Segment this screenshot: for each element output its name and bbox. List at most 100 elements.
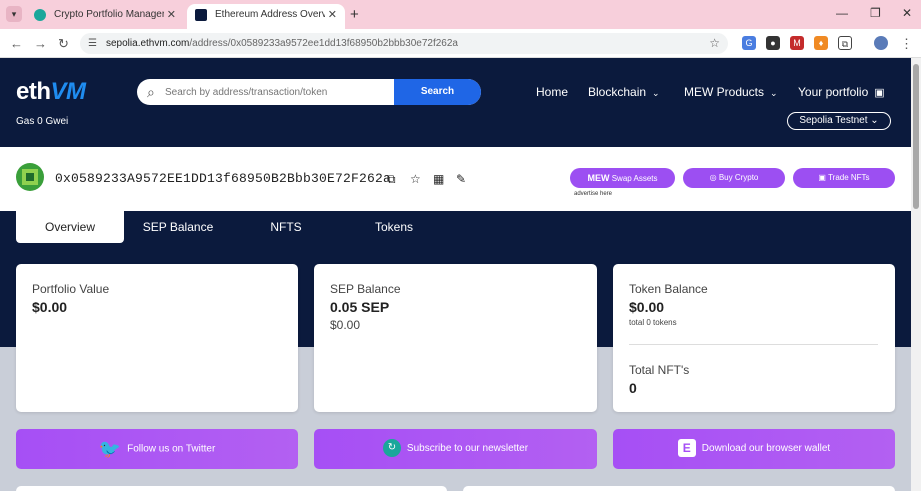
url-bar[interactable]: ☰ sepolia.ethvm.com/address/0x0589233a95… — [80, 33, 728, 54]
subscribe-newsletter-button[interactable]: ↻ Subscribe to our newsletter — [314, 429, 597, 469]
social-label: Download our browser wallet — [701, 443, 831, 454]
chevron-down-icon: ⌄ — [770, 88, 778, 98]
swap-assets-button[interactable]: MEW Swap Assets — [570, 168, 675, 188]
nav-label: Home — [536, 85, 569, 99]
follow-twitter-button[interactable]: 🐦 Follow us on Twitter — [16, 429, 298, 469]
tab-overview[interactable]: Overview — [16, 211, 124, 243]
search-input[interactable] — [165, 83, 385, 101]
enkrypt-wallet-icon: E — [677, 439, 696, 458]
token-count: total 0 tokens — [629, 318, 677, 327]
gas-price: Gas 0 Gwei — [16, 116, 69, 127]
nav-blockchain[interactable]: Blockchain ⌄ — [588, 85, 660, 99]
mew-favicon-icon — [34, 9, 46, 21]
browser-toolbar: ← → ↻ ☰ sepolia.ethvm.com/address/0x0589… — [0, 29, 921, 58]
forward-icon[interactable]: → — [34, 36, 47, 51]
tab-title: Ethereum Address Overview | 0 — [215, 9, 325, 20]
site-header: ethVM Gas 0 Gwei ⌕ Search Home Blockchai… — [0, 58, 911, 147]
nav-label: MEW Products — [684, 85, 765, 99]
download-wallet-button[interactable]: E Download our browser wallet — [613, 429, 895, 469]
sep-balance-value: 0.05 SEP — [330, 299, 390, 315]
bookmark-star-icon[interactable]: ☆ — [709, 33, 720, 54]
buy-crypto-icon: ◎ — [709, 173, 717, 182]
minimize-icon[interactable]: — — [836, 6, 848, 20]
card-label: Total NFT's — [629, 363, 690, 377]
extensions-puzzle-icon[interactable]: ⧉ — [838, 36, 852, 50]
profile-avatar-icon[interactable] — [874, 36, 888, 50]
card-label: SEP Balance — [330, 282, 401, 296]
search-box: ⌕ Search — [137, 79, 481, 105]
folder-icon: ▣ — [874, 87, 885, 99]
nav-your-portfolio[interactable]: Your portfolio ▣ — [798, 85, 885, 99]
network-selector[interactable]: Sepolia Testnet ⌄ — [787, 112, 891, 130]
scrollbar-thumb[interactable] — [913, 64, 919, 209]
back-icon[interactable]: ← — [10, 36, 23, 51]
token-balance-card: Token Balance $0.00 total 0 tokens Total… — [613, 264, 895, 412]
close-icon[interactable]: ✕ — [328, 4, 337, 26]
url-path: /address/0x0589233a9572ee1dd13f68950b2bb… — [189, 38, 458, 49]
tab-search-icon[interactable]: ▾ — [6, 6, 22, 22]
newsletter-icon: ↻ — [382, 439, 401, 458]
url-host: sepolia.ethvm.com — [106, 38, 190, 49]
logo-text: eth — [16, 78, 51, 105]
nav-mew-products[interactable]: MEW Products ⌄ — [684, 85, 778, 99]
bottom-card — [463, 486, 895, 491]
close-icon[interactable]: ✕ — [167, 4, 176, 26]
search-button[interactable]: Search — [394, 79, 481, 105]
window-close-icon[interactable]: ✕ — [902, 6, 912, 20]
chevron-down-icon: ⌄ — [652, 88, 660, 98]
advertise-link[interactable]: advertise here — [574, 191, 612, 197]
divider — [629, 344, 878, 345]
twitter-icon: 🐦 — [98, 439, 122, 459]
network-label: Sepolia Testnet — [799, 115, 868, 126]
nft-icon: ▣ — [818, 173, 826, 182]
site-info-icon[interactable]: ☰ — [88, 33, 97, 54]
browser-tab-ethvm[interactable]: Ethereum Address Overview | 0 ✕ — [187, 4, 345, 29]
promo-label: Swap Assets — [611, 174, 658, 183]
sep-usd-value: $0.00 — [330, 318, 361, 332]
portfolio-value: $0.00 — [32, 299, 68, 315]
card-label: Portfolio Value — [32, 282, 110, 296]
extension-icon[interactable]: ● — [766, 36, 780, 50]
qr-code-icon[interactable]: ▦ — [433, 172, 444, 186]
new-tab-icon[interactable]: + — [350, 6, 359, 23]
tab-tokens[interactable]: Tokens — [340, 211, 448, 243]
metamask-extension-icon[interactable]: ♦ — [814, 36, 828, 50]
social-label: Follow us on Twitter — [127, 443, 216, 455]
token-balance-value: $0.00 — [629, 299, 665, 315]
promo-label: Buy Crypto — [718, 173, 759, 182]
favorite-star-icon[interactable]: ☆ — [410, 172, 421, 186]
tab-sep-balance[interactable]: SEP Balance — [124, 211, 232, 243]
edit-pencil-icon[interactable]: ✎ — [456, 172, 466, 186]
trade-nfts-button[interactable]: ▣ Trade NFTs — [793, 168, 895, 188]
promo-label: Trade NFTs — [828, 173, 870, 182]
reload-icon[interactable]: ↻ — [58, 36, 69, 52]
page-scrollbar[interactable] — [911, 58, 921, 491]
copy-icon[interactable]: ⧉ — [387, 172, 396, 187]
card-label: Token Balance — [629, 282, 708, 296]
logo-accent: VM — [50, 78, 87, 105]
sep-balance-card: SEP Balance 0.05 SEP $0.00 — [314, 264, 597, 412]
social-label: Subscribe to our newsletter — [406, 443, 529, 454]
search-icon: ⌕ — [147, 84, 155, 100]
browser-tab-portfolio[interactable]: Crypto Portfolio Manager | My ✕ — [26, 4, 184, 29]
browser-tab-bar: ▾ Crypto Portfolio Manager | My ✕ Ethere… — [0, 0, 921, 29]
extension-icon[interactable]: M — [790, 36, 804, 50]
ethvm-logo[interactable]: ethVM — [16, 78, 86, 106]
tab-nfts[interactable]: NFTS — [232, 211, 340, 243]
page-content: ethVM Gas 0 Gwei ⌕ Search Home Blockchai… — [0, 58, 911, 491]
translate-extension-icon[interactable]: G — [742, 36, 756, 50]
address-summary-bar: 0x0589233A9572EE1DD13f68950B2Bbb30E72F26… — [0, 147, 911, 211]
restore-icon[interactable]: ❐ — [870, 6, 881, 20]
nav-label: Blockchain — [588, 85, 647, 99]
bottom-card — [16, 486, 447, 491]
buy-crypto-button[interactable]: ◎ Buy Crypto — [683, 168, 785, 188]
browser-menu-icon[interactable]: ⋮ — [900, 36, 913, 52]
chevron-down-icon: ⌄ — [870, 115, 879, 126]
nav-label: Your portfolio — [798, 85, 869, 99]
address-hash: 0x0589233A9572EE1DD13f68950B2Bbb30E72F26… — [55, 171, 392, 186]
nft-count-value: 0 — [629, 380, 637, 396]
ethvm-favicon-icon — [195, 9, 207, 21]
nav-home[interactable]: Home — [536, 85, 568, 99]
portfolio-value-card: Portfolio Value $0.00 — [16, 264, 298, 412]
tab-title: Crypto Portfolio Manager | My — [54, 9, 164, 20]
